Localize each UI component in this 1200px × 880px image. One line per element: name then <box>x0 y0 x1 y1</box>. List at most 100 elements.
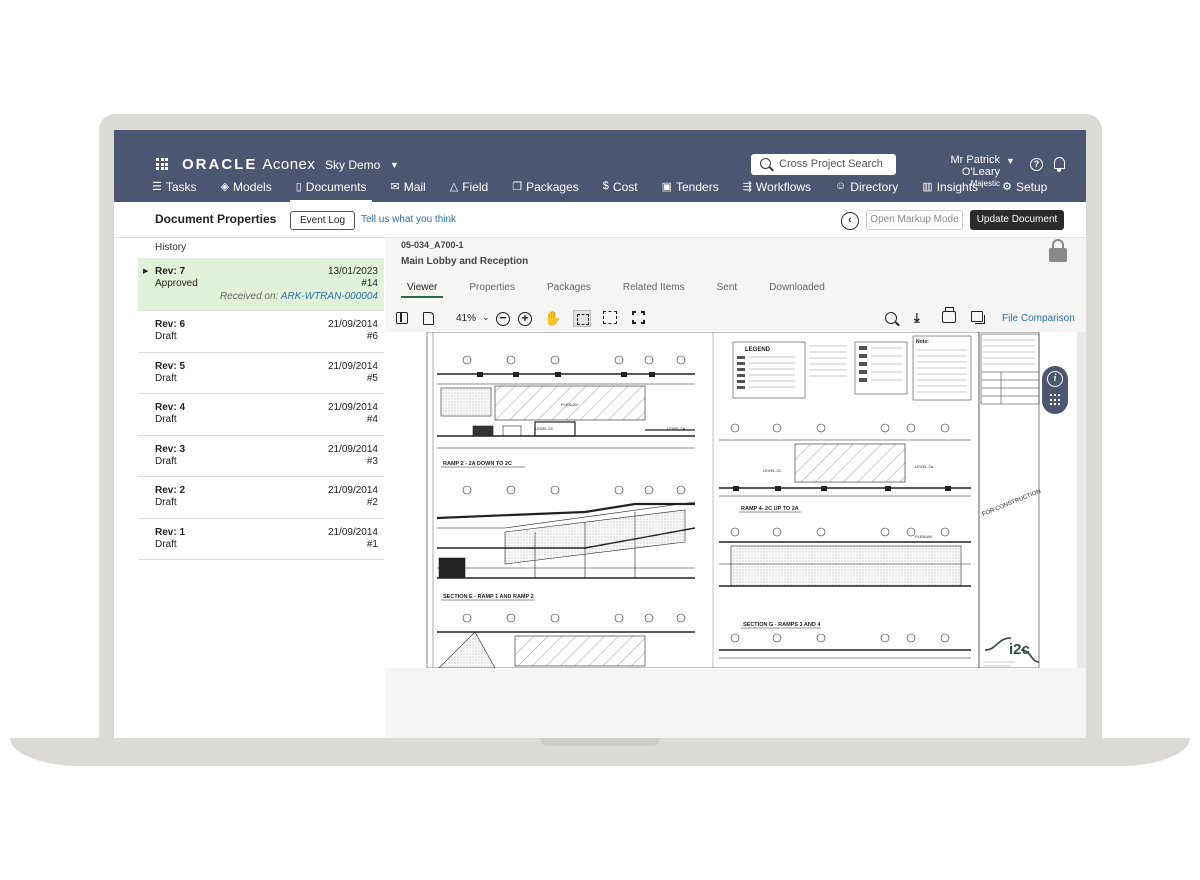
update-document-button[interactable]: Update Document <box>970 210 1064 230</box>
nav-workflows[interactable]: ⇶ Workflows <box>743 178 811 202</box>
svg-text:Note:: Note: <box>916 339 929 345</box>
nav-tasks[interactable]: ☰ Tasks <box>152 178 197 202</box>
help-icon[interactable]: ? <box>1030 158 1043 171</box>
svg-text:SECTION E - RAMP 1 AND RAMP 2: SECTION E - RAMP 1 AND RAMP 2 <box>443 594 534 600</box>
nav-cost[interactable]: $ Cost <box>603 178 638 202</box>
tab-viewer[interactable]: Viewer <box>401 278 444 298</box>
tab-related-items[interactable]: Related Items <box>617 278 691 298</box>
history-heading: History <box>155 242 187 253</box>
drawing-viewer[interactable]: RAMP 2 - 2A DOWN TO 2C LEVEL 2C LEVEL 2A… <box>385 332 1077 668</box>
download-icon[interactable]: ⤓ <box>914 310 920 326</box>
revision-item[interactable]: Rev: 3 Draft 21/09/2014 #3 <box>138 436 384 477</box>
zoom-out-icon[interactable]: − <box>496 311 510 326</box>
file-comparison-link[interactable]: File Comparison <box>1002 313 1075 324</box>
tab-downloaded[interactable]: Downloaded <box>763 278 831 298</box>
app-screen: ORACLE Aconex Sky Demo ▼ Cross Project Se… <box>114 130 1086 738</box>
app-launcher-icon[interactable] <box>156 158 168 170</box>
mail-icon: ✉ <box>390 181 400 193</box>
dollar-icon: $ <box>602 180 609 192</box>
nav-packages[interactable]: ❐ Packages <box>512 178 579 202</box>
bell-icon[interactable] <box>1054 157 1065 172</box>
cube-icon: ◈ <box>220 181 230 193</box>
revision-item[interactable]: Rev: 6 Draft 21/09/2014 #6 <box>138 311 384 353</box>
chart-icon: ▥ <box>922 181 933 193</box>
toggle-sidebar-icon[interactable] <box>396 312 408 324</box>
svg-text:RAMP 2 - 2A DOWN TO 2C: RAMP 2 - 2A DOWN TO 2C <box>443 461 512 467</box>
revision-item[interactable]: Rev: 5 Draft 21/09/2014 #5 <box>138 353 384 394</box>
revision-history-sidebar: History ▶ Rev: 7 Approved 13/01/2023 #14… <box>138 238 384 738</box>
main-nav: ☰ Tasks ◈ Models ▯ Documents ✉ Mail △ Field ❐… <box>152 178 1071 202</box>
search-icon[interactable] <box>885 312 897 324</box>
nav-mail[interactable]: ✉ Mail <box>390 178 425 202</box>
select-area-icon[interactable] <box>573 310 591 327</box>
chevron-down-icon[interactable]: ⌄ <box>482 312 490 323</box>
search-icon <box>760 158 771 169</box>
nav-field[interactable]: △ Field <box>450 178 488 202</box>
laptop-notch <box>540 738 660 746</box>
zoom-box-icon[interactable] <box>603 311 617 324</box>
grid-dots-icon[interactable] <box>1050 394 1060 406</box>
nav-tenders[interactable]: ▣ Tenders <box>662 178 719 202</box>
info-icon[interactable]: i <box>1047 371 1063 387</box>
nav-insights[interactable]: ▥ Insights <box>922 178 978 202</box>
nav-directory[interactable]: ☺ Directory <box>835 178 898 202</box>
viewer-scrollbar[interactable] <box>1077 332 1086 668</box>
transmittal-link[interactable]: ARK-WTRAN-000004 <box>281 291 378 302</box>
project-selector[interactable]: Sky Demo <box>325 158 380 172</box>
revision-item[interactable]: Rev: 2 Draft 21/09/2014 #2 <box>138 477 384 519</box>
gear-icon: ⚙ <box>1002 181 1012 193</box>
received-on: Received on: ARK-WTRAN-000004 <box>219 291 378 302</box>
print-icon[interactable] <box>942 307 956 323</box>
revision-item[interactable]: Rev: 1 Draft 21/09/2014 #1 <box>138 519 384 560</box>
event-log-button[interactable]: Event Log <box>290 211 356 230</box>
tab-properties[interactable]: Properties <box>463 278 521 298</box>
document-name: Main Lobby and Reception <box>401 256 529 267</box>
chevron-down-icon[interactable]: ▼ <box>390 160 399 170</box>
tab-sent[interactable]: Sent <box>711 278 744 298</box>
tab-packages[interactable]: Packages <box>541 278 597 298</box>
svg-text:LEVEL 2A: LEVEL 2A <box>915 464 934 469</box>
document-view-icon[interactable] <box>423 312 434 325</box>
svg-text:i2c: i2c <box>1009 641 1030 658</box>
chevron-down-icon[interactable]: ▼ <box>1006 156 1015 166</box>
svg-text:LEVEL 2C: LEVEL 2C <box>763 468 782 473</box>
viewer-toolbar: 41% ⌄ − + ✋ ⤓ File Comparison <box>385 307 1086 330</box>
open-markup-button[interactable]: Open Markup Mode <box>866 210 963 230</box>
people-icon: ☺ <box>835 180 847 192</box>
zoom-level[interactable]: 41% <box>456 313 476 324</box>
info-widget[interactable]: i <box>1042 366 1068 414</box>
revision-list: ▶ Rev: 7 Approved 13/01/2023 #14 Receive… <box>138 258 384 560</box>
laptop-stage: ORACLE Aconex Sky Demo ▼ Cross Project Se… <box>0 0 1200 880</box>
app-header: ORACLE Aconex Sky Demo ▼ Cross Project Se… <box>114 130 1086 202</box>
nav-setup[interactable]: ⚙ Setup <box>1002 178 1047 202</box>
svg-text:LEVEL 2A: LEVEL 2A <box>667 426 686 431</box>
nav-documents[interactable]: ▯ Documents <box>289 178 373 202</box>
revision-item[interactable]: Rev: 4 Draft 21/09/2014 #4 <box>138 394 384 436</box>
svg-text:PLENUM: PLENUM <box>915 534 932 539</box>
pan-hand-icon[interactable]: ✋ <box>544 310 561 327</box>
chevron-left-icon[interactable]: ‹ <box>841 212 859 230</box>
svg-text:LEVEL 2C: LEVEL 2C <box>535 426 554 431</box>
nav-models[interactable]: ◈ Models <box>221 178 272 202</box>
page-title: Document Properties <box>155 212 277 226</box>
tasks-icon: ☰ <box>152 181 162 193</box>
cross-project-search[interactable]: Cross Project Search <box>751 154 896 175</box>
workflow-icon: ⇶ <box>742 181 752 193</box>
svg-text:SECTION G - RAMPS 3 AND 4: SECTION G - RAMPS 3 AND 4 <box>743 622 821 628</box>
document-tabs: Viewer Properties Packages Related Items… <box>401 278 851 298</box>
fullscreen-icon[interactable] <box>632 311 645 324</box>
svg-text:PLENUM: PLENUM <box>561 402 578 407</box>
caret-right-icon: ▶ <box>143 268 149 275</box>
revision-item[interactable]: ▶ Rev: 7 Approved 13/01/2023 #14 Receive… <box>138 258 384 311</box>
warning-triangle-icon: △ <box>449 181 459 193</box>
svg-text:LEGEND: LEGEND <box>745 347 771 353</box>
svg-text:RAMP 4- 2C UP TO 2A: RAMP 4- 2C UP TO 2A <box>741 506 799 512</box>
tenders-icon: ▣ <box>661 181 672 193</box>
brand-logo: ORACLE Aconex <box>182 156 316 173</box>
viewer-footer-area <box>385 668 1086 738</box>
zoom-in-icon[interactable]: + <box>518 312 532 326</box>
document-number: 05-034_A700-1 <box>401 240 464 250</box>
compare-icon[interactable] <box>971 311 985 324</box>
document-icon: ▯ <box>295 181 302 193</box>
feedback-link[interactable]: Tell us what you think <box>361 214 456 225</box>
